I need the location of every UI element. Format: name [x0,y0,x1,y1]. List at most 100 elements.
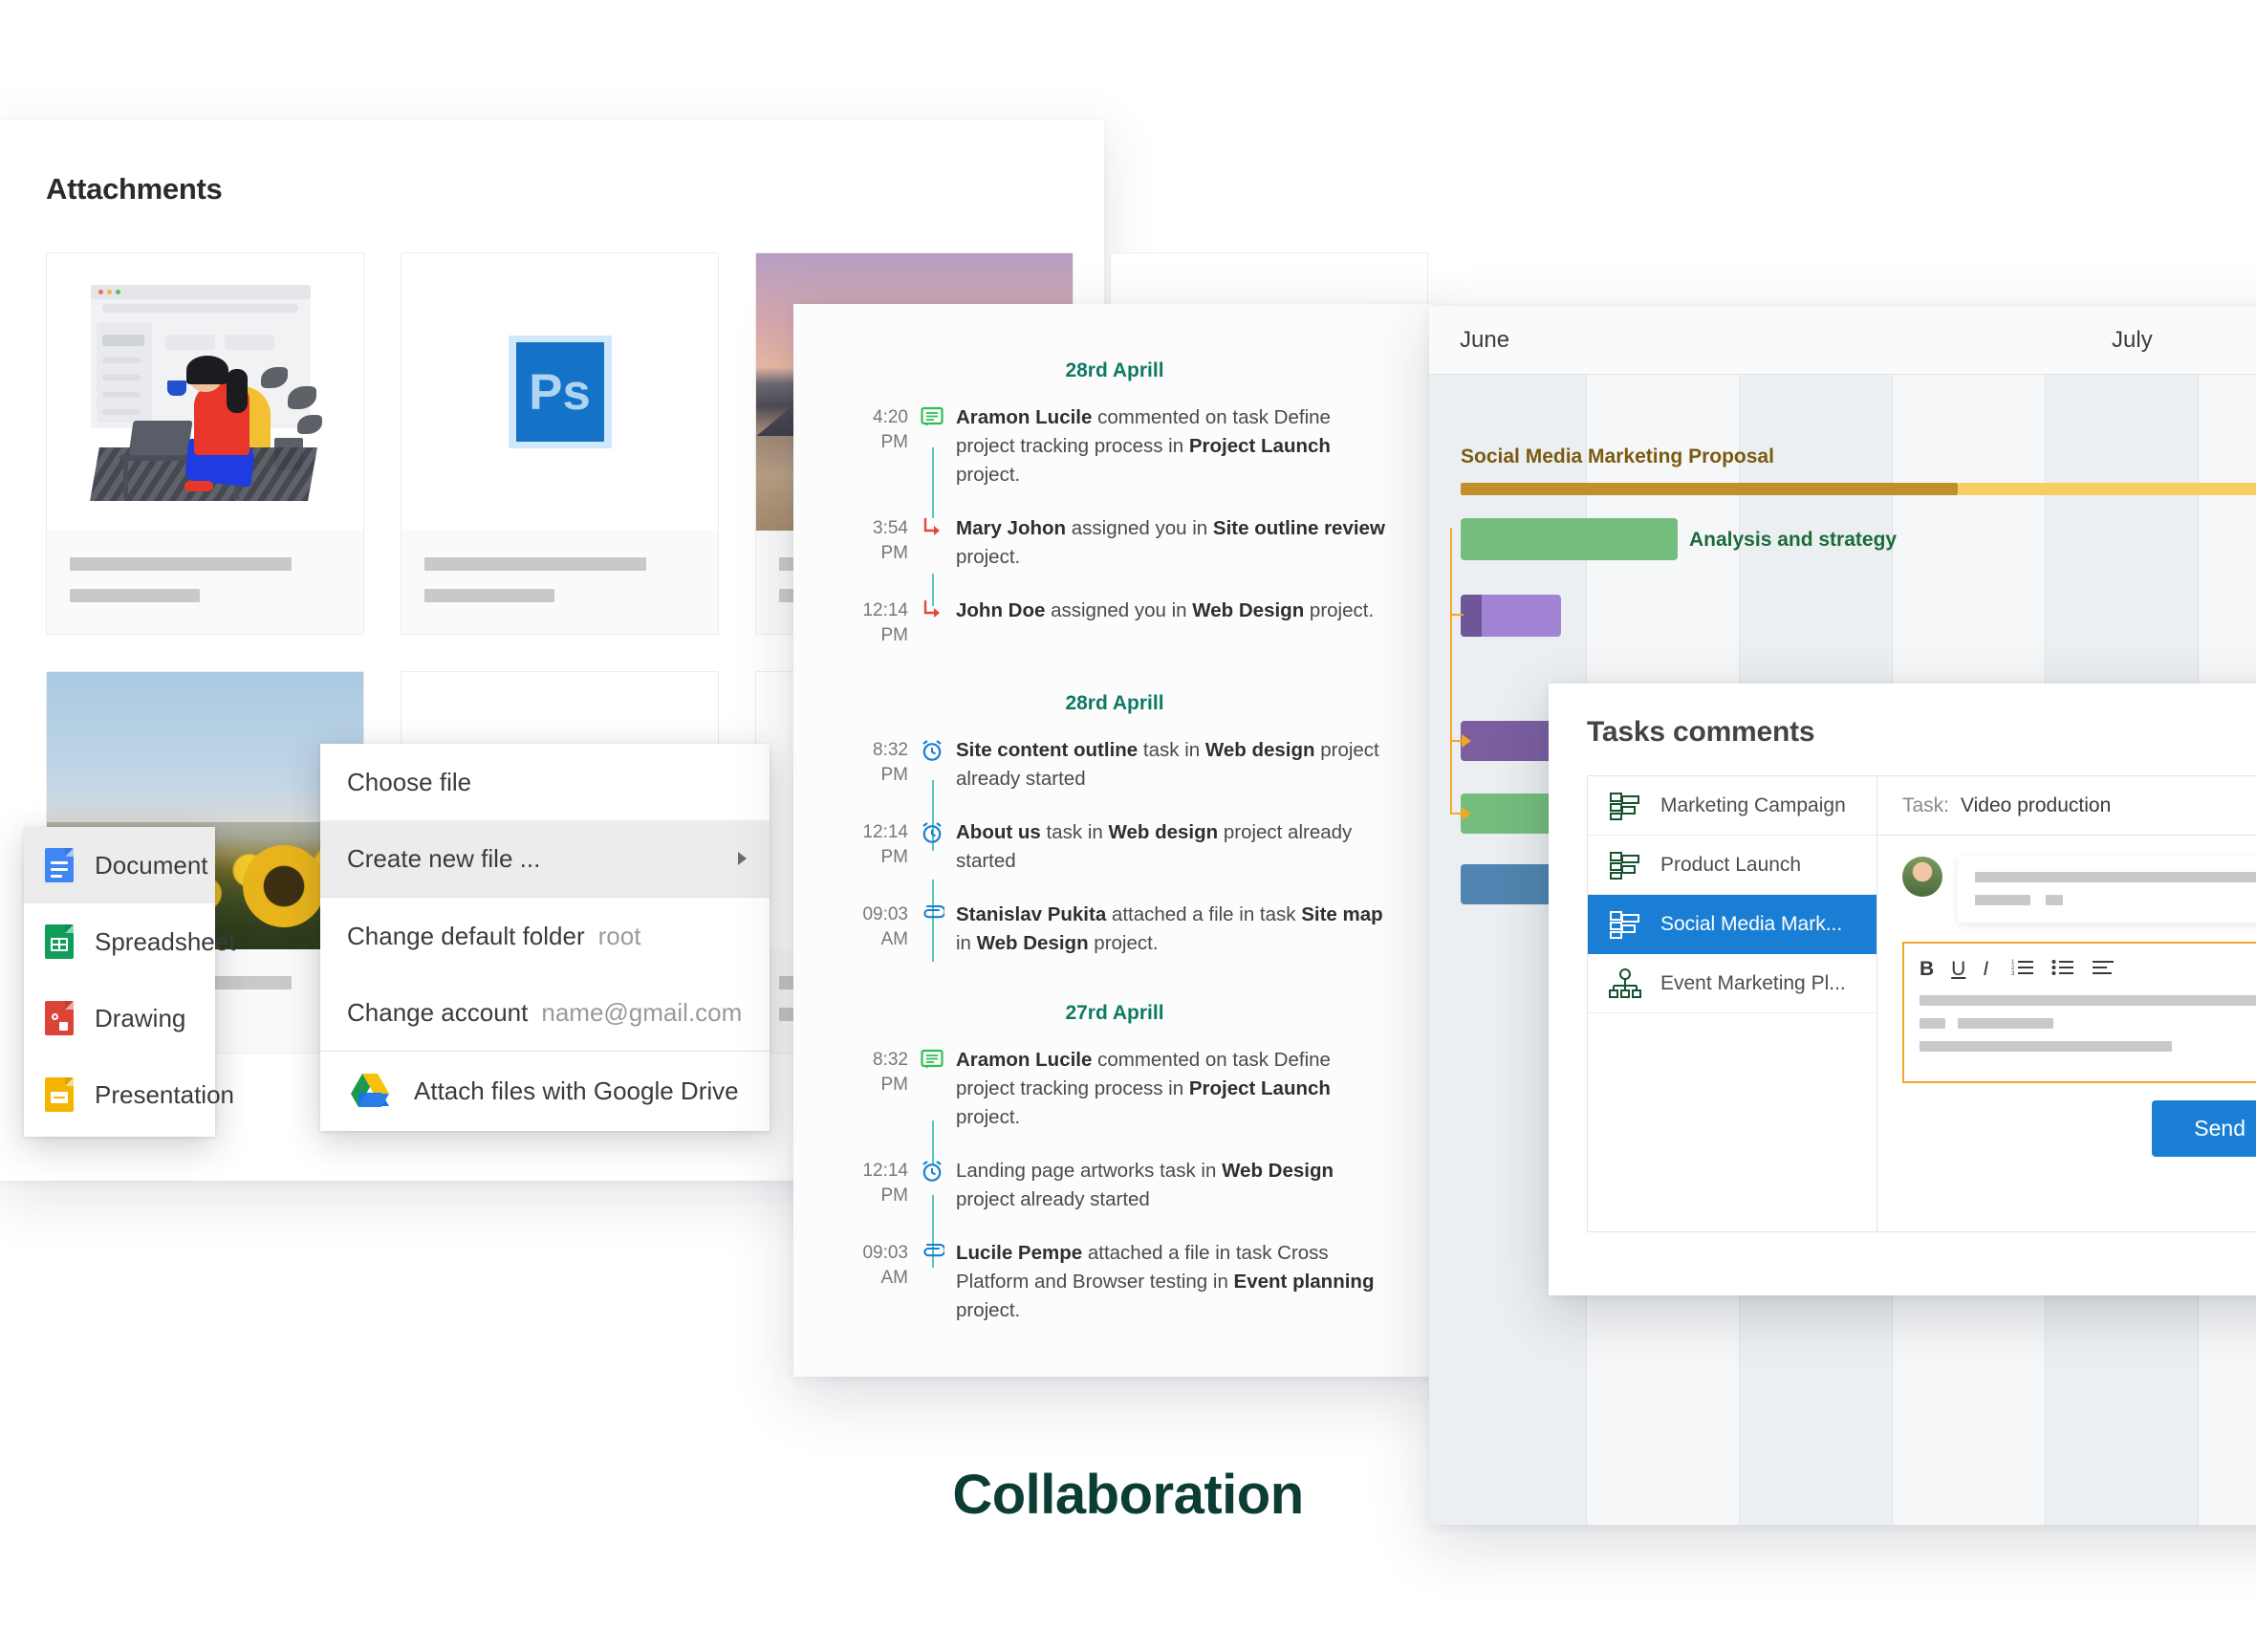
attachment-card[interactable]: Ps [401,252,719,635]
photoshop-badge-label: Ps [515,342,604,442]
bold-icon[interactable]: B [1920,958,1934,981]
gantt-dependency-line [1450,614,1464,616]
menu-item-choose-file[interactable]: Choose file [320,744,770,820]
project-list-item-marketing-campaign[interactable]: Marketing Campaign [1588,776,1876,836]
paperclip-icon [908,1239,956,1260]
page-title: Attachments [46,172,223,206]
menu-item-change-default-folder[interactable]: Change default folder root [320,898,770,974]
gantt-dependency-arrow-icon [1462,734,1471,748]
activity-feed-panel: 28rd Aprill 4:20 PM Aramon Lucile comment… [793,304,1436,1377]
task-label: Task: [1902,793,1950,816]
attachment-thumbnail: Ps [401,253,718,531]
attachment-context-menu[interactable]: Choose file Create new file ... Change d… [320,744,770,1131]
attachment-card[interactable] [46,252,364,635]
project-label: Social Media Mark... [1660,912,1843,935]
project-label: Product Launch [1660,853,1802,876]
gantt-task-bar-purple-progress[interactable] [1461,595,1482,637]
bullet-list-icon[interactable] [2051,957,2074,982]
italic-icon[interactable]: I [1983,958,1988,981]
menu-item-create-new-file[interactable]: Create new file ... [320,820,770,897]
activity-text: Aramon Lucile commented on task Define p… [956,1049,1331,1128]
placeholder-bar [424,557,647,571]
google-sheets-icon [45,924,74,959]
comment-item [1877,836,2256,923]
submenu-item-drawing[interactable]: Drawing [24,980,215,1056]
activity-text: About us task in Web design project alre… [956,821,1353,872]
paperclip-icon [908,901,956,922]
gantt-task-bar-purple-solid[interactable] [1461,721,1561,761]
submenu-item-label: Presentation [95,1079,234,1109]
activity-item: 09:03 AM Lucile Pempe attached a file in … [837,1239,1392,1325]
photoshop-file-icon: Ps [508,336,612,448]
gantt-task-bar-steel[interactable] [1461,864,1561,904]
project-list-item-product-launch[interactable]: Product Launch [1588,836,1876,895]
gantt-summary-bar[interactable] [1461,483,1958,495]
submenu-item-presentation[interactable]: Presentation [24,1056,234,1133]
activity-item: 8:32 PM Site content outline task in Web … [837,736,1392,793]
submenu-item-document[interactable]: Document [24,827,215,903]
comment-bubble [1958,857,2256,923]
activity-text: Aramon Lucile commented on task Define p… [956,406,1331,486]
activity-time: 4:20 PM [873,407,908,452]
google-slides-icon [45,1077,74,1112]
menu-item-label: Create new file ... [347,843,541,873]
gantt-task-bar-green-2[interactable] [1461,793,1561,834]
activity-time: 12:14 PM [862,1161,908,1206]
assign-arrow-icon [908,514,956,541]
align-left-icon[interactable] [2092,957,2115,982]
task-row: Task: Video production [1877,776,2256,836]
gantt-dependency-line [1450,528,1452,815]
tasks-comments-title: Tasks comments [1587,716,1815,748]
activity-time: 8:32 PM [873,740,908,785]
menu-item-label: Change account [347,997,529,1027]
activity-date-heading: 27rd Aprill [1065,1002,1164,1024]
underline-icon[interactable]: U [1951,958,1965,981]
alarm-clock-icon [908,1157,956,1184]
placeholder-bar [1975,895,2030,905]
org-chart-icon [1609,791,1641,821]
send-button[interactable]: Send [2152,1100,2256,1157]
comment-icon [908,403,956,430]
google-drawings-icon [45,1001,74,1035]
project-list-item-social-media-marketing[interactable]: Social Media Mark... [1588,895,1876,954]
assign-arrow-icon [908,597,956,623]
menu-item-value: root [597,921,641,950]
submenu-item-label: Spreadsheet [95,926,236,956]
attach-files-with-google-drive-button[interactable]: Attach files with Google Drive [320,1051,770,1131]
menu-item-label: Change default folder [347,921,585,950]
activity-time: 3:54 PM [873,518,908,563]
activity-text: Stanislav Pukita attached a file in task… [956,903,1383,954]
activity-text: Mary Johon assigned you in Site outline … [956,517,1385,568]
activity-item: 09:03 AM Stanislav Pukita attached a file… [837,901,1392,958]
activity-time: 12:14 PM [862,822,908,867]
project-label: Event Marketing Pl... [1660,971,1846,994]
activity-text: Site content outline task in Web design … [956,739,1379,790]
org-chart-icon [1609,909,1641,940]
placeholder-bar [70,557,293,571]
menu-item-value: name@gmail.com [541,997,743,1027]
placeholder-bar [70,589,200,602]
gantt-month-header: June July [1429,306,2256,375]
submenu-item-spreadsheet[interactable]: Spreadsheet [24,903,235,980]
menu-item-change-account[interactable]: Change account name@gmail.com [320,974,770,1051]
project-list-item-event-marketing-plan[interactable]: Event Marketing Pl... [1588,954,1876,1013]
activity-time: 09:03 AM [862,1243,908,1288]
gantt-summary-bar-remainder[interactable] [1958,483,2256,495]
ordered-list-icon[interactable]: 123 [2011,957,2034,982]
alarm-clock-icon [908,736,956,763]
gantt-month-june: June [1460,326,1510,353]
activity-date-heading: 28rd Aprill [1065,692,1164,714]
comment-icon [908,1046,956,1073]
create-new-file-submenu[interactable]: Document Spreadsheet Drawing Presentatio… [24,827,235,1137]
placeholder-bar [1958,1018,2053,1029]
svg-text:3: 3 [2011,971,2015,976]
activity-item: 8:32 PM Aramon Lucile commented on task D… [837,1046,1392,1132]
submenu-item-label: Drawing [95,1003,186,1032]
placeholder-bar [1975,872,2256,882]
avatar[interactable] [1902,857,1942,897]
gantt-task-bar-analysis[interactable] [1461,518,1678,560]
send-row: Send [1877,1083,2256,1157]
comment-editor[interactable]: B U I 123 [1902,942,2256,1083]
placeholder-bar [1920,1018,1945,1029]
activity-item: 12:14 PM Landing page artworks task in We… [837,1157,1392,1214]
